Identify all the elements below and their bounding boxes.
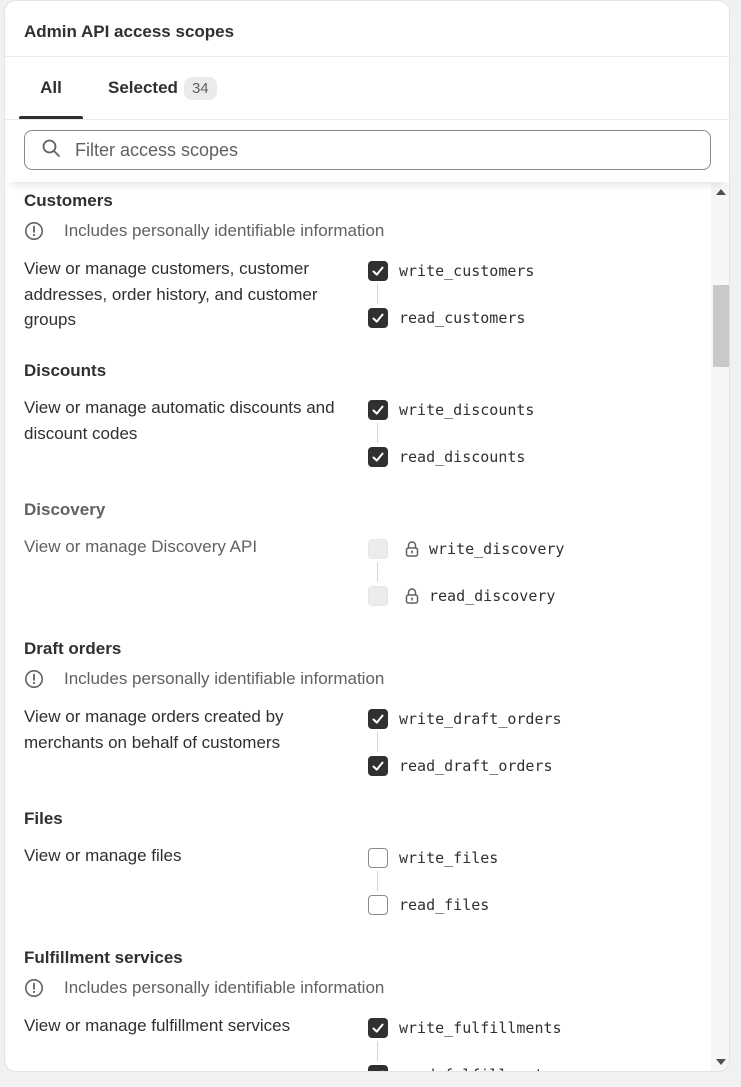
write-scope-name: write_discovery	[429, 540, 565, 558]
scope-section: Customers Includes personally identifiabl…	[24, 191, 704, 331]
read-scope-checkbox[interactable]	[368, 1065, 388, 1071]
scope-connector	[377, 562, 378, 582]
access-scopes-card: Admin API access scopes All Selected 34 …	[4, 0, 730, 1072]
section-title: Customers	[24, 191, 113, 210]
card-title: Admin API access scopes	[5, 1, 729, 57]
write-scope-checkbox[interactable]	[368, 261, 388, 281]
write-scope-option[interactable]: write_fulfillments	[368, 1017, 562, 1039]
section-description: View or manage files	[24, 846, 182, 865]
checkmark-icon	[371, 1021, 385, 1035]
lock-icon	[403, 587, 421, 605]
read-scope-checkbox[interactable]	[368, 308, 388, 328]
read-scope-checkbox[interactable]	[368, 447, 388, 467]
scroll-down-arrow-icon[interactable]	[716, 1059, 726, 1065]
read-scope-name: read_customers	[399, 309, 526, 327]
write-scope-name: write_draft_orders	[399, 710, 562, 728]
scope-tabs: All Selected 34	[5, 57, 729, 120]
scope-connector	[377, 871, 378, 891]
tab-all-label: All	[40, 78, 62, 97]
section-description: View or manage orders created by merchan…	[24, 707, 284, 752]
write-scope-name: write_discounts	[399, 401, 535, 419]
scrollbar-thumb[interactable]	[713, 285, 729, 367]
active-tab-indicator	[19, 116, 83, 119]
section-title: Discovery	[24, 500, 106, 519]
filter-bar	[5, 120, 729, 182]
scope-section: Discounts View or manage automatic discou…	[24, 361, 704, 501]
read-scope-option[interactable]: read_files	[368, 894, 489, 916]
read-scope-checkbox[interactable]	[368, 756, 388, 776]
read-scope-option[interactable]: read_fulfillments	[368, 1064, 553, 1071]
section-title: Draft orders	[24, 639, 122, 658]
write-scope-name: write_fulfillments	[399, 1019, 562, 1037]
section-title: Files	[24, 809, 63, 828]
write-scope-option[interactable]: write_files	[368, 847, 498, 869]
scope-connector	[377, 1041, 378, 1061]
scope-section: Draft orders Includes personally identifi…	[24, 639, 704, 779]
section-description: View or manage customers, customer addre…	[24, 259, 318, 329]
write-scope-checkbox[interactable]	[368, 709, 388, 729]
checkmark-icon	[371, 264, 385, 278]
read-scope-name: read_discovery	[429, 587, 556, 605]
scope-list: Customers Includes personally identifiabl…	[5, 183, 711, 1071]
filter-input[interactable]	[75, 139, 675, 161]
selected-count-badge: 34	[183, 76, 217, 100]
pii-notice: Includes personally identifiable informa…	[24, 978, 704, 998]
scope-connector	[377, 423, 378, 443]
scroll-up-arrow-icon[interactable]	[716, 189, 726, 195]
scope-section: Files View or manage files write_filesread…	[24, 809, 704, 949]
checkmark-icon	[371, 403, 385, 417]
write-scope-checkbox[interactable]	[368, 1018, 388, 1038]
pii-notice-text: Includes personally identifiable informa…	[64, 669, 385, 688]
search-icon	[41, 138, 61, 163]
read-scope-checkbox[interactable]	[368, 895, 388, 915]
write-scope-option[interactable]: write_customers	[368, 260, 534, 282]
pii-notice: Includes personally identifiable informa…	[24, 669, 704, 689]
checkmark-icon	[371, 1068, 385, 1071]
write-scope-checkbox	[368, 539, 388, 559]
pii-notice-text: Includes personally identifiable informa…	[64, 978, 385, 997]
write-scope-name: write_customers	[399, 262, 535, 280]
lock-icon	[403, 540, 421, 558]
read-scope-name: read_draft_orders	[399, 757, 553, 775]
write-scope-option[interactable]: write_discounts	[368, 399, 534, 421]
write-scope-checkbox[interactable]	[368, 848, 388, 868]
write-scope-option: write_discovery	[368, 538, 564, 560]
tab-selected-label: Selected	[108, 78, 178, 97]
scope-connector	[377, 284, 378, 304]
read-scope-option[interactable]: read_draft_orders	[368, 755, 553, 777]
info-circle-icon	[24, 978, 54, 998]
pii-notice: Includes personally identifiable informa…	[24, 221, 704, 241]
checkmark-icon	[371, 712, 385, 726]
read-scope-name: read_fulfillments	[399, 1066, 553, 1071]
section-title: Discounts	[24, 361, 107, 380]
section-description: View or manage Discovery API	[24, 537, 258, 556]
read-scope-option[interactable]: read_customers	[368, 307, 525, 329]
section-description: View or manage fulfillment services	[24, 1016, 291, 1035]
read-scope-checkbox	[368, 586, 388, 606]
tab-selected[interactable]: Selected 34	[108, 57, 217, 119]
tab-all[interactable]: All	[19, 57, 83, 119]
scope-connector	[377, 732, 378, 752]
read-scope-option[interactable]: read_discounts	[368, 446, 525, 468]
read-scope-option: read_discovery	[368, 585, 555, 607]
read-scope-name: read_discounts	[399, 448, 526, 466]
info-circle-icon	[24, 669, 54, 689]
scope-section: Fulfillment services Includes personally …	[24, 948, 704, 1071]
checkmark-icon	[371, 759, 385, 773]
section-description: View or manage automatic discounts and d…	[24, 398, 335, 443]
filter-field[interactable]	[24, 130, 711, 170]
pii-notice-text: Includes personally identifiable informa…	[64, 221, 385, 240]
write-scope-name: write_files	[399, 849, 499, 867]
checkmark-icon	[371, 311, 385, 325]
scope-section: Discovery View or manage Discovery API wri…	[24, 500, 704, 640]
checkmark-icon	[371, 450, 385, 464]
read-scope-name: read_files	[399, 896, 490, 914]
section-title: Fulfillment services	[24, 948, 183, 967]
write-scope-checkbox[interactable]	[368, 400, 388, 420]
write-scope-option[interactable]: write_draft_orders	[368, 708, 562, 730]
info-circle-icon	[24, 221, 54, 241]
scrollbar[interactable]	[711, 183, 729, 1071]
